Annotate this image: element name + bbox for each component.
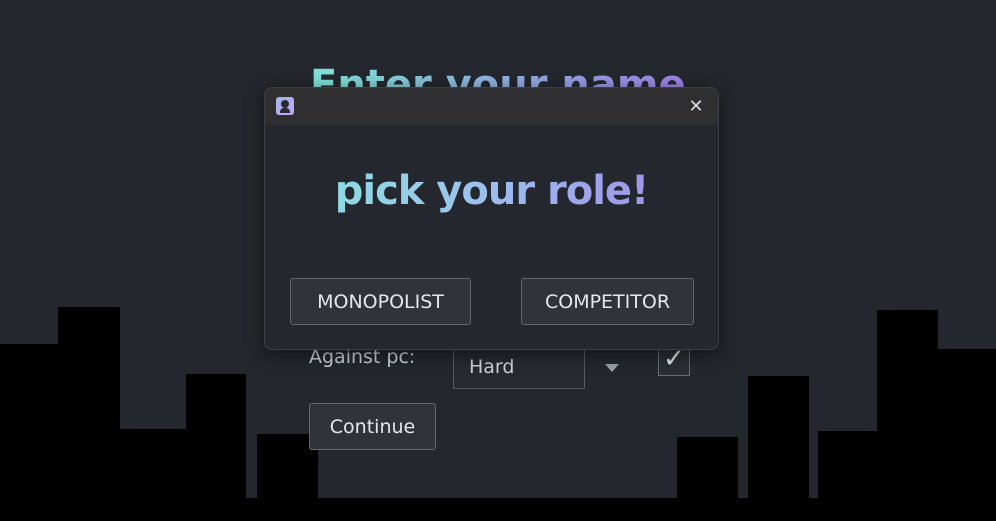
competitor-button[interactable]: COMPETITOR	[521, 278, 694, 325]
skyline-building	[938, 349, 996, 521]
dialog-titlebar: ✕	[265, 88, 718, 125]
skyline-building	[748, 376, 809, 521]
role-dialog: ✕ pick your role! MONOPOLIST COMPETITOR	[264, 87, 719, 350]
continue-button[interactable]: Continue	[309, 403, 436, 450]
skyline-building	[677, 437, 738, 521]
monopoly-man-icon	[276, 97, 294, 115]
skyline-building	[818, 431, 877, 521]
difficulty-select[interactable]: Hard	[453, 344, 585, 389]
dialog-heading: pick your role!	[265, 168, 718, 214]
skyline-building	[58, 307, 120, 521]
monopolist-button[interactable]: MONOPOLIST	[290, 278, 471, 325]
chevron-down-icon[interactable]	[605, 364, 619, 372]
close-button[interactable]: ✕	[682, 93, 710, 119]
skyline-building	[0, 344, 58, 521]
skyline-building	[877, 310, 938, 521]
